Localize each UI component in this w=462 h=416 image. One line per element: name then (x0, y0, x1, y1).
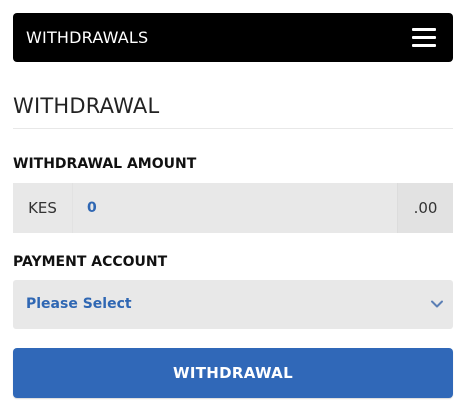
header-title: WITHDRAWALS (26, 28, 149, 47)
header-bar: WITHDRAWALS (13, 13, 453, 62)
divider (13, 128, 453, 129)
payment-account-selected-value: Please Select (26, 296, 132, 312)
decimal-suffix-addon: .00 (397, 183, 453, 233)
payment-account-select[interactable]: Please Select (13, 280, 453, 329)
withdrawal-submit-button[interactable]: WITHDRAWAL (13, 348, 453, 398)
withdrawal-amount-group: KES .00 (13, 183, 453, 233)
payment-account-label: PAYMENT ACCOUNT (13, 254, 168, 270)
chevron-down-icon (431, 300, 443, 308)
withdrawal-amount-label: WITHDRAWAL AMOUNT (13, 156, 197, 172)
currency-addon: KES (13, 183, 73, 233)
section-title: WITHDRAWAL (13, 94, 160, 118)
withdrawal-page: WITHDRAWALS WITHDRAWAL WITHDRAWAL AMOUNT… (0, 0, 462, 416)
hamburger-menu-icon[interactable] (412, 28, 436, 47)
withdrawal-amount-input[interactable] (73, 183, 397, 233)
